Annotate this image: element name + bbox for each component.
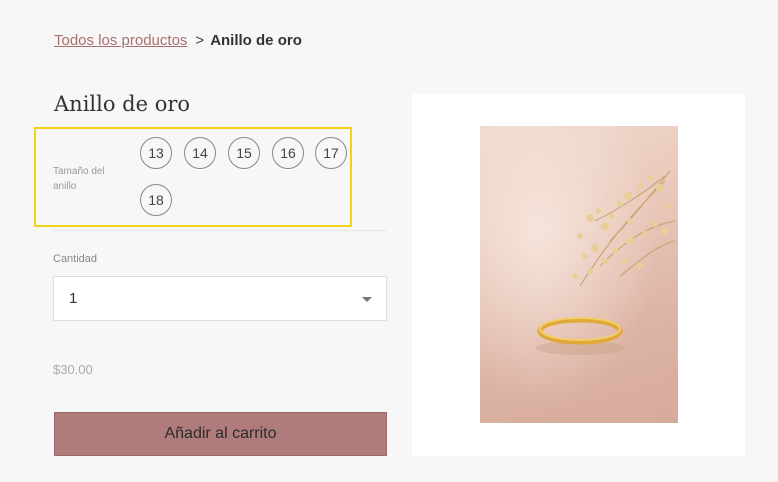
size-option-15[interactable]: 15 <box>228 137 260 169</box>
quantity-select[interactable]: 1 <box>53 276 387 321</box>
add-to-cart-button[interactable]: Añadir al carrito <box>54 412 387 456</box>
size-option-14[interactable]: 14 <box>184 137 216 169</box>
breadcrumb-separator: > <box>195 32 205 49</box>
size-option-18[interactable]: 18 <box>140 184 172 216</box>
product-image-panel <box>412 94 745 456</box>
product-title: Anillo de oro <box>54 92 191 116</box>
quantity-label: Cantidad <box>53 253 98 265</box>
breadcrumb-current: Anillo de oro <box>210 32 302 49</box>
breadcrumb: Todos los productos > Anillo de oro <box>54 32 302 49</box>
chevron-down-icon <box>362 297 372 302</box>
quantity-value: 1 <box>69 290 78 307</box>
size-option-13[interactable]: 13 <box>140 137 172 169</box>
size-option-16[interactable]: 16 <box>272 137 304 169</box>
ring-photo-illustration <box>480 126 678 423</box>
size-option-17[interactable]: 17 <box>315 137 347 169</box>
breadcrumb-link-all-products[interactable]: Todos los productos <box>54 32 187 49</box>
product-image[interactable] <box>480 126 678 423</box>
size-label: Tamaño del anillo <box>53 166 105 192</box>
divider <box>54 230 386 231</box>
product-price: $30.00 <box>53 362 93 377</box>
